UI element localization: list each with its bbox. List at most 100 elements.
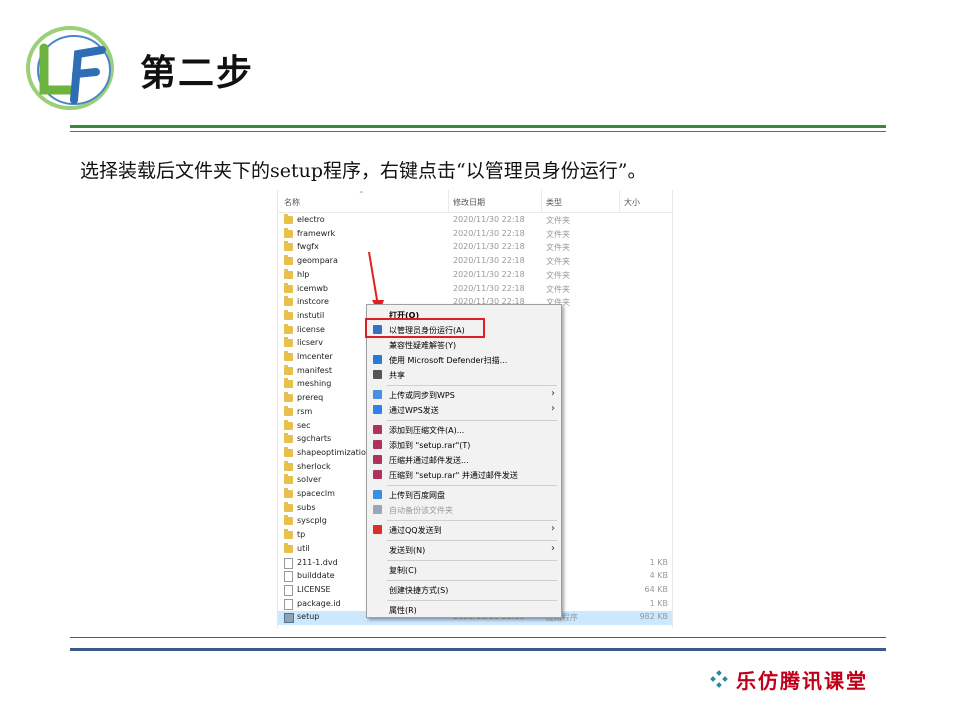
folder-icon (284, 433, 293, 444)
column-date[interactable]: 修改日期 (453, 197, 485, 208)
menu-item-label: 复制(C) (389, 566, 417, 575)
folder-icon (284, 460, 293, 471)
file-size: 64 KB (644, 584, 668, 594)
menu-item[interactable]: 兼容性疑难解答(Y) (367, 338, 561, 352)
file-name: builddate (297, 571, 335, 581)
file-name: tp (297, 530, 306, 540)
file-type: 文件夹 (546, 284, 570, 294)
file-type: 文件夹 (546, 270, 570, 280)
winrar-icon (373, 470, 382, 479)
menu-item[interactable]: 共享 (367, 368, 561, 382)
file-name: sec (297, 420, 311, 430)
menu-separator (387, 600, 557, 601)
share-icon (373, 370, 382, 379)
menu-item[interactable]: 添加到 "setup.rar"(T) (367, 438, 561, 452)
file-name: icemwb (297, 283, 328, 293)
folder-icon (284, 542, 293, 553)
submenu-arrow-icon: › (551, 388, 555, 399)
bottom-rule (70, 648, 886, 651)
file-row[interactable]: icemwb 2020/11/30 22:18 文件夹 (278, 282, 672, 297)
folder-icon (284, 364, 293, 375)
menu-item[interactable]: 创建快捷方式(S) (367, 583, 561, 597)
folder-icon (284, 337, 293, 348)
menu-separator (387, 420, 557, 421)
file-date: 2020/11/30 22:18 (453, 215, 525, 224)
column-size[interactable]: 大小 (624, 197, 640, 208)
folder-icon (284, 405, 293, 416)
menu-item-label: 自动备份该文件夹 (389, 506, 453, 515)
folder-icon (284, 488, 293, 498)
file-row[interactable]: fwgfx 2020/11/30 22:18 文件夹 (278, 241, 672, 255)
menu-item[interactable]: 使用 Microsoft Defender扫描... (367, 353, 561, 367)
file-name: 211-1.dvd (297, 557, 338, 567)
file-icon (284, 557, 293, 569)
file-name: lmcenter (297, 352, 333, 361)
menu-item[interactable]: 属性(R) (367, 603, 561, 617)
file-name: util (297, 543, 310, 553)
file-date: 2020/11/30 22:18 (453, 228, 525, 238)
file-type: 文件夹 (546, 257, 570, 267)
file-name: hlp (297, 269, 310, 279)
menu-item[interactable]: 通过WPS发送 › (367, 403, 561, 417)
app-icon (284, 613, 294, 624)
file-icon (284, 571, 293, 583)
menu-item-label: 压缩到 "setup.rar" 并通过邮件发送 (389, 471, 518, 480)
folder-icon (284, 378, 293, 389)
menu-item[interactable]: 压缩到 "setup.rar" 并通过邮件发送 (367, 468, 561, 482)
folder-icon (284, 227, 293, 238)
folder-icon (284, 296, 293, 307)
menu-item-label: 添加到压缩文件(A)... (389, 426, 465, 435)
winrar-icon (373, 455, 382, 464)
folder-icon (284, 241, 293, 252)
file-row[interactable]: hlp 2020/11/30 22:18 文件夹 (278, 268, 672, 283)
column-name[interactable]: 名称 (284, 197, 300, 208)
submenu-arrow-icon: › (551, 403, 555, 414)
file-row[interactable]: framewrk 2020/11/30 22:18 文件夹 (278, 227, 672, 242)
defender-icon (373, 355, 382, 364)
baidu-icon (373, 490, 382, 499)
menu-item-label: 压缩并通过邮件发送... (389, 456, 469, 465)
top-rule-thin (70, 131, 886, 132)
run-as-admin-highlight (365, 318, 485, 338)
file-type: 文件夹 (546, 229, 570, 239)
folder-icon (284, 529, 293, 540)
submenu-arrow-icon: › (551, 523, 555, 534)
file-row[interactable]: electro 2020/11/30 22:18 文件夹 (278, 214, 672, 228)
send-icon (373, 405, 382, 414)
menu-item[interactable]: 通过QQ发送到 › (367, 523, 561, 537)
menu-item[interactable]: 复制(C) (367, 563, 561, 577)
menu-item[interactable]: 自动备份该文件夹 (367, 503, 561, 517)
file-name: geompara (297, 256, 338, 266)
folder-icon (284, 446, 293, 457)
menu-separator (387, 560, 557, 561)
menu-item-label: 添加到 "setup.rar"(T) (389, 441, 471, 450)
menu-separator (387, 385, 557, 386)
menu-item[interactable]: 上传或同步到WPS › (367, 388, 561, 402)
submenu-arrow-icon: › (551, 543, 555, 554)
menu-item[interactable]: 上传到百度网盘 (367, 488, 561, 502)
file-name: package.id (297, 598, 341, 608)
menu-item-label: 共享 (389, 371, 405, 380)
menu-item[interactable]: 发送到(N) › (367, 543, 561, 557)
file-name: solver (297, 475, 322, 485)
menu-item[interactable]: 压缩并通过邮件发送... (367, 453, 561, 467)
menu-separator (387, 485, 557, 486)
menu-item-label: 通过QQ发送到 (389, 526, 442, 535)
file-icon (284, 598, 293, 610)
context-menu: 打开(O) 以管理员身份运行(A) 兼容性疑难解答(Y) 使用 Microsoft D… (366, 304, 562, 618)
column-type[interactable]: 类型 (546, 197, 562, 208)
menu-item-label: 兼容性疑难解答(Y) (389, 341, 457, 350)
qq-icon (373, 525, 382, 534)
folder-icon (284, 501, 293, 512)
file-date: 2020/11/30 22:18 (453, 283, 525, 293)
menu-item[interactable]: 添加到压缩文件(A)... (367, 423, 561, 437)
file-name: manifest (297, 365, 333, 375)
top-rule (70, 125, 886, 128)
folder-icon (284, 474, 293, 485)
file-size: 1 KB (649, 557, 668, 567)
file-type: 文件夹 (546, 216, 570, 225)
file-size: 1 KB (649, 598, 668, 608)
file-row[interactable]: geompara 2020/11/30 22:18 文件夹 (278, 255, 672, 269)
file-type: 文件夹 (546, 243, 570, 253)
menu-separator (387, 580, 557, 581)
